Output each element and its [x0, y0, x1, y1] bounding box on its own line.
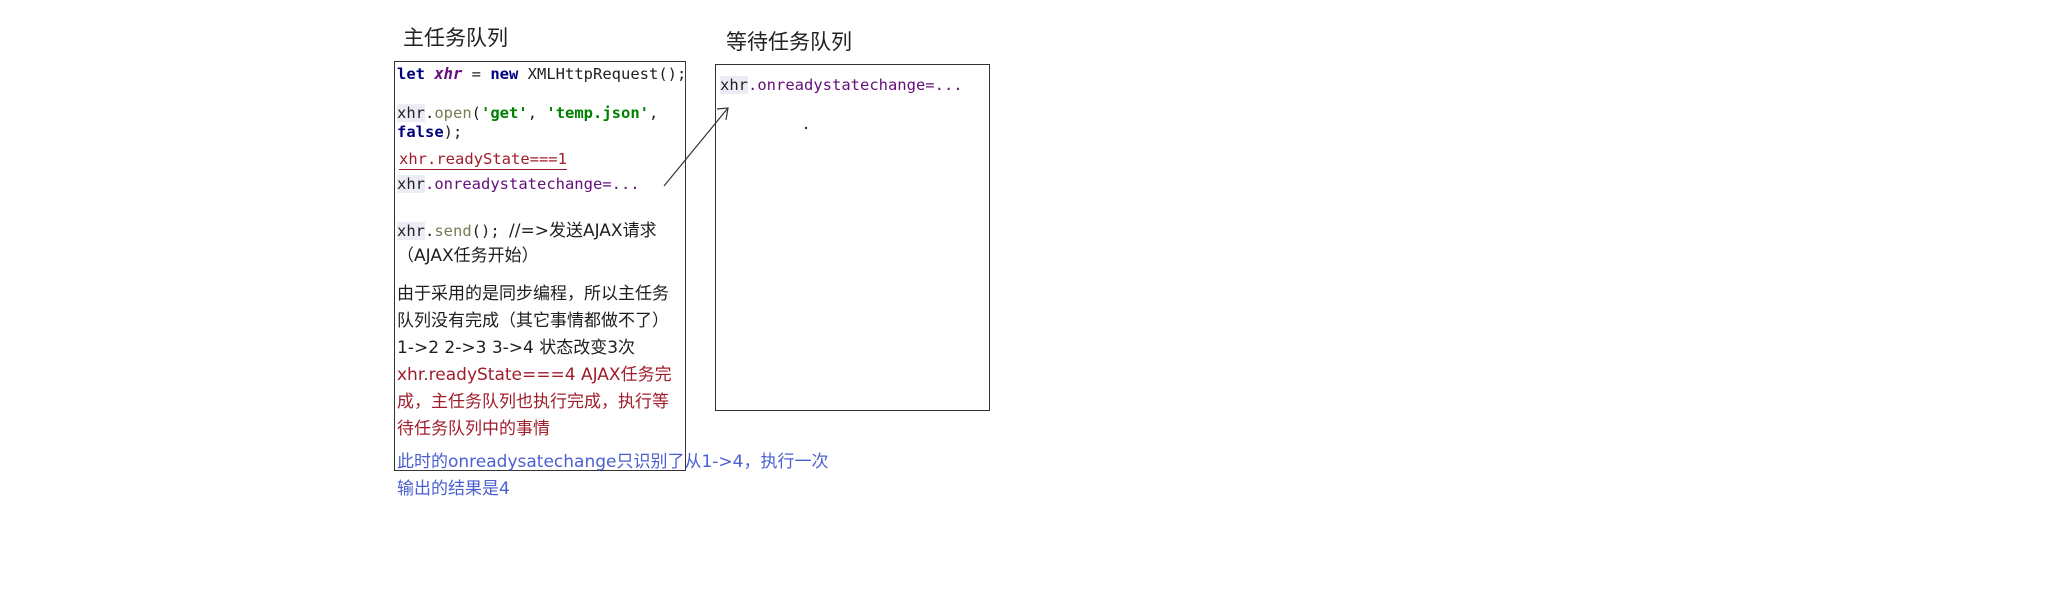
connector-layer	[663, 107, 808, 187]
connector-arrow-line	[663, 107, 729, 187]
stray-dot	[804, 126, 808, 130]
